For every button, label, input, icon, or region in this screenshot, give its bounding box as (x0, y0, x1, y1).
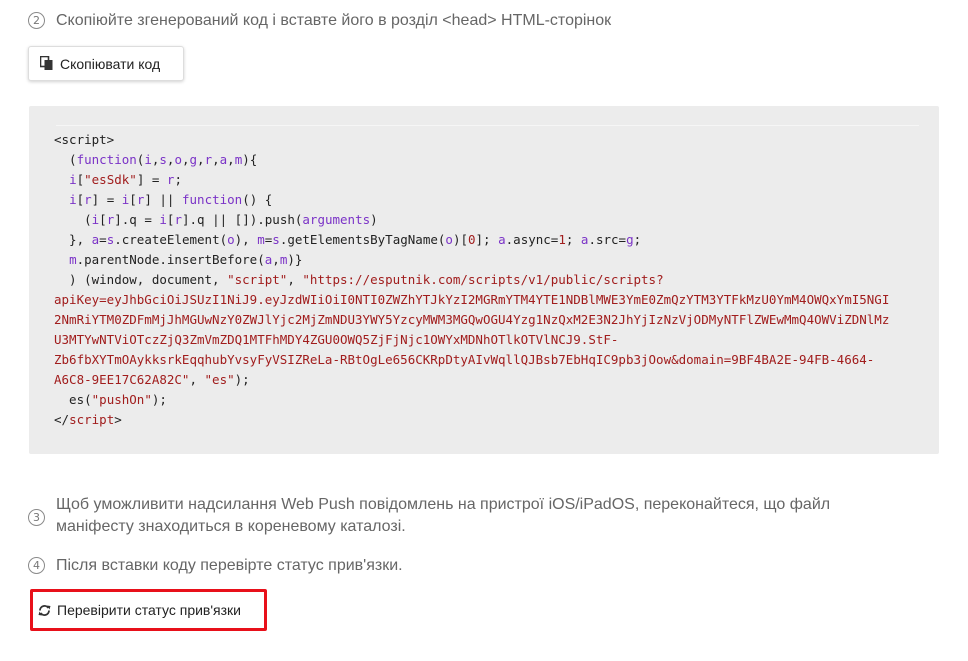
highlight-frame (30, 589, 267, 631)
step-number-2: 2 (28, 12, 45, 29)
step-2: 2 Скопіюйте згенерований код і вставте й… (28, 10, 611, 32)
step-2-text: Скопіюйте згенерований код і вставте йог… (56, 12, 612, 29)
code-divider (56, 125, 919, 126)
copy-code-label: Скопіювати код (60, 55, 161, 72)
copy-icon (39, 55, 54, 71)
step-4-text: Після вставки коду перевірте статус прив… (56, 557, 403, 574)
step-number-4: 4 (28, 557, 45, 574)
step-4: 4 Після вставки коду перевірте статус пр… (28, 555, 403, 577)
code-snippet: <script> (function(i,s,o,g,r,a,m){ i["es… (54, 132, 890, 427)
step-3-text: Щоб уможливити надсилання Web Push повід… (56, 496, 831, 535)
step-number-3: 3 (28, 509, 45, 526)
code-block[interactable]: <script> (function(i,s,o,g,r,a,m){ i["es… (29, 106, 939, 454)
step-3: 3 Щоб уможливити надсилання Web Push пов… (28, 494, 908, 538)
copy-code-button[interactable]: Скопіювати код (28, 46, 184, 81)
